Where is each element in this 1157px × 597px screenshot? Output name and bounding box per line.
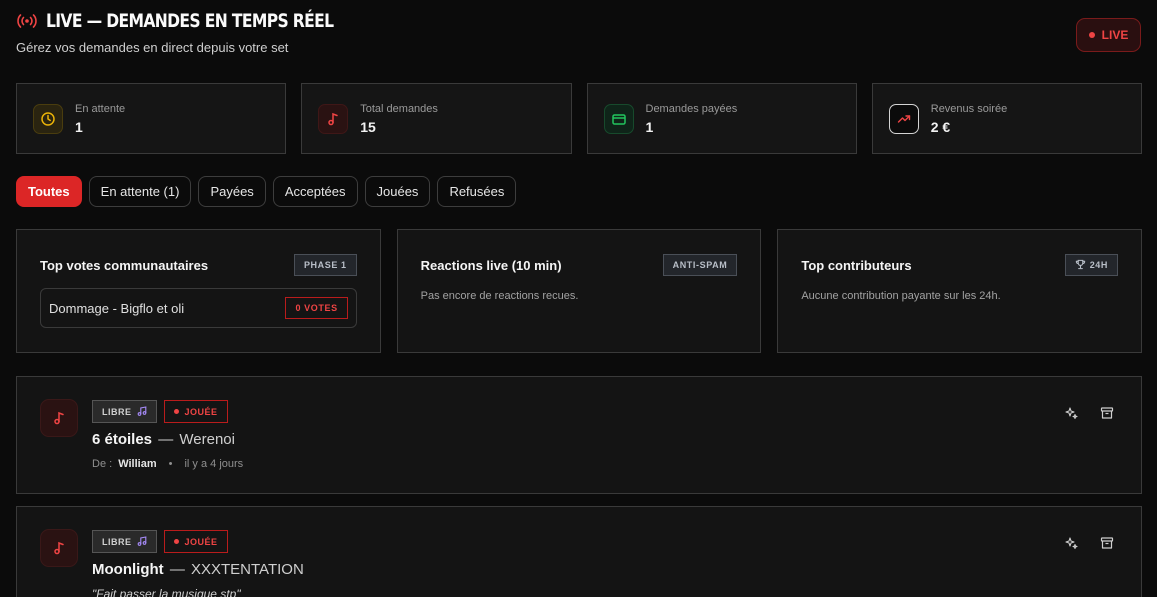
status-badge-label: JOUÉE [184,406,218,417]
request-message: "Fait passer la musique stp" [92,587,241,597]
panel-reactions: Reactions live (10 min) ANTI-SPAM Pas en… [396,229,762,353]
song-separator: — [158,431,174,448]
song-title: Moonlight [92,561,164,578]
title-row: LIVE — DEMANDES EN TEMPS RÉEL [16,10,1141,32]
sparkles-icon[interactable] [1063,405,1079,421]
page-title: LIVE — DEMANDES EN TEMPS RÉEL [46,10,334,32]
music-note-icon [318,103,349,134]
song-separator: — [169,561,185,578]
period-tag: 24H [1064,254,1119,276]
type-badge-label: LIBRE [102,536,132,547]
status-badge: JOUÉE [163,530,228,553]
status-dot-icon [173,409,179,414]
panel-contributors: Top contributeurs 24H Aucune contributio… [777,229,1143,353]
stats-row: En attente 1 Total demandes 15 Demandes … [16,83,1142,154]
live-badge-label: LIVE [1101,28,1129,42]
live-dot-icon [1088,32,1095,38]
request-body: LIBRE JOUÉE 6 étoiles — Werenoi De : Wil… [92,400,243,470]
stat-card-revenue: Revenus soirée 2 € [871,83,1142,154]
reactions-empty-text: Pas encore de reactions recues. [420,290,579,302]
phase-tag: PHASE 1 [293,254,357,276]
filter-refused[interactable]: Refusées [437,176,517,207]
request-card: LIBRE JOUÉE Moonlight — XXXTENTATION "Fa… [16,506,1142,597]
contributors-empty-text: Aucune contribution payante sur les 24h. [801,290,1001,302]
credit-card-icon [603,103,634,134]
panel-title: Top votes communautaires [40,257,209,273]
filter-all[interactable]: Toutes [16,176,82,207]
music-notes-icon [137,535,147,548]
page-header: LIVE — DEMANDES EN TEMPS RÉEL Gérez vos … [16,10,1141,70]
vote-count-badge: 0 VOTES [285,297,348,319]
stat-card-total: Total demandes 15 [301,83,572,154]
music-notes-icon [137,405,147,418]
panels-row: Top votes communautaires PHASE 1 Dommage… [16,229,1143,353]
panel-title: Top contributeurs [801,257,912,273]
request-meta: De : William • il y a 4 jours [92,458,243,470]
meta-bullet: • [168,458,173,470]
stat-value: 1 [645,118,654,135]
panel-title: Reactions live (10 min) [420,257,562,273]
stat-value: 15 [360,118,376,135]
status-badge: JOUÉE [163,400,228,423]
vote-item[interactable]: Dommage - Bigflo et oli 0 VOTES [40,288,357,328]
stat-label: En attente [75,102,126,115]
music-note-icon [40,529,78,567]
from-label: De : [92,458,113,470]
request-actions [1063,535,1115,551]
song-artist: XXXTENTATION [190,561,304,578]
requester-name: William [118,458,157,470]
archive-icon[interactable] [1099,535,1115,551]
request-body: LIBRE JOUÉE Moonlight — XXXTENTATION "Fa… [92,530,304,597]
stat-label: Total demandes [360,102,438,115]
music-note-icon [40,399,78,437]
stat-card-pending: En attente 1 [16,83,287,154]
status-badge-label: JOUÉE [184,536,218,547]
song-line: Moonlight — XXXTENTATION [92,561,304,578]
archive-icon[interactable] [1099,405,1115,421]
anti-spam-tag: ANTI-SPAM [662,254,738,276]
live-status-badge[interactable]: LIVE [1076,18,1141,52]
filter-paid[interactable]: Payées [198,176,266,207]
song-artist: Werenoi [179,431,235,448]
status-dot-icon [173,539,179,544]
clock-icon [33,103,63,134]
broadcast-icon [16,10,38,32]
request-actions [1063,405,1115,421]
type-badge: LIBRE [92,400,157,423]
filter-pending[interactable]: En attente (1) [88,176,192,207]
filter-accepted[interactable]: Acceptées [272,176,358,207]
filter-played[interactable]: Jouées [364,176,431,207]
song-line: 6 étoiles — Werenoi [92,431,243,448]
sparkles-icon[interactable] [1063,535,1079,551]
vote-song: Dommage - Bigflo et oli [49,300,185,316]
filter-tabs: Toutes En attente (1) Payées Acceptées J… [16,176,517,207]
stat-value: 2 € [930,118,951,135]
song-title: 6 étoiles [92,431,153,448]
stat-card-paid: Demandes payées 1 [586,83,857,154]
stat-label: Revenus soirée [930,102,1008,115]
type-badge-label: LIBRE [102,406,132,417]
stat-label: Demandes payées [645,102,738,115]
period-tag-label: 24H [1089,260,1109,270]
panel-top-votes: Top votes communautaires PHASE 1 Dommage… [16,229,381,353]
type-badge: LIBRE [92,530,157,553]
stat-value: 1 [75,118,83,135]
page-subtitle: Gérez vos demandes en direct depuis votr… [16,40,289,55]
trophy-icon [1075,259,1086,272]
request-card: LIBRE JOUÉE 6 étoiles — Werenoi De : Wil… [16,376,1142,494]
request-time: il y a 4 jours [184,458,244,470]
trending-up-icon [888,103,919,134]
